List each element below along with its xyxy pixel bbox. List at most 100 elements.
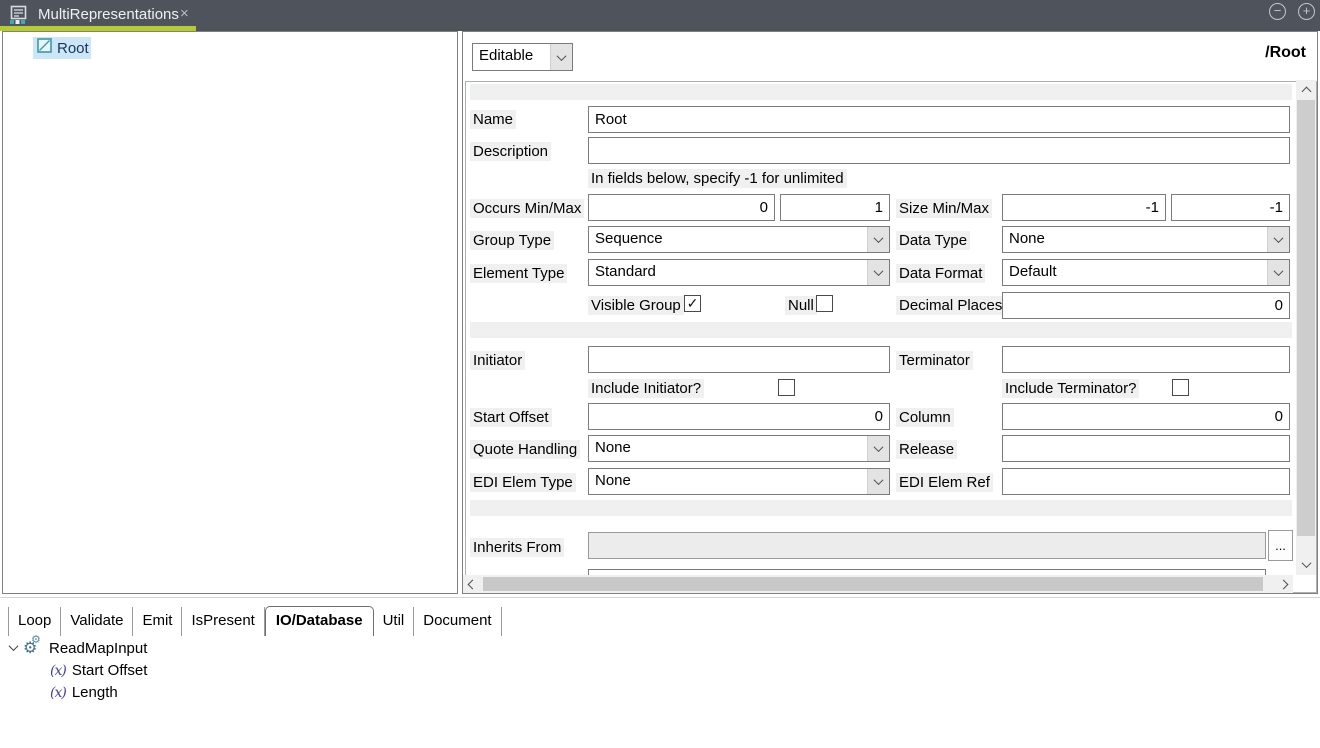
chevron-down-icon [874,233,884,243]
section-divider [470,500,1292,516]
dropdown-button[interactable] [550,44,572,70]
chevron-down-icon [874,442,884,452]
tab-document[interactable]: Document [414,607,501,636]
group-type-value: Sequence [589,227,867,252]
data-format-dropdown[interactable]: Default [1002,259,1290,286]
scroll-right-button[interactable] [1274,575,1292,593]
description-label: Description [470,142,551,161]
vertical-scrollbar-thumb[interactable] [1297,100,1315,536]
release-label: Release [896,440,957,459]
structure-tree-panel: Root [2,31,458,594]
tree-item-readmapinput[interactable]: ⚙⚙ ReadMapInput [10,638,147,659]
edi-elem-ref-label: EDI Elem Ref [896,473,993,492]
inherits-from-label: Inherits From [470,538,564,557]
close-tab-icon[interactable]: × [180,5,189,22]
release-input[interactable] [1002,435,1290,462]
application-window: MultiRepresentations × − + Root Editable… [0,0,1320,748]
tab-validate[interactable]: Validate [61,607,133,636]
edi-elem-type-dropdown[interactable]: None [588,468,890,495]
expand-all-icon[interactable]: + [1298,3,1315,20]
chevron-right-icon [1278,579,1288,589]
dropdown-button[interactable] [1267,260,1289,285]
dropdown-button[interactable] [867,260,889,285]
expander-chevron-icon[interactable] [9,641,19,651]
include-initiator-checkbox[interactable] [778,379,795,396]
section-divider [470,84,1292,100]
initiator-label: Initiator [470,351,525,370]
section-divider [470,322,1292,338]
initiator-input[interactable] [588,346,890,373]
browse-button[interactable]: ... [1268,530,1293,561]
decimal-places-input[interactable] [1002,292,1290,319]
tree-item-label: ReadMapInput [49,640,147,657]
unlimited-hint-text: In fields below, specify -1 for unlimite… [588,169,847,188]
include-terminator-checkbox[interactable] [1172,379,1189,396]
element-type-dropdown[interactable]: Standard [588,259,890,286]
occurs-min-input[interactable] [588,194,775,221]
size-min-input[interactable] [1002,194,1166,221]
dropdown-button[interactable] [867,436,889,461]
dropdown-button[interactable] [867,227,889,252]
chevron-left-icon [467,579,477,589]
data-format-value: Default [1003,260,1267,285]
tree-item-root[interactable]: Root [33,37,91,59]
tree-item-length[interactable]: (x) Length [50,682,118,703]
size-max-input[interactable] [1171,194,1290,221]
edi-elem-type-label: EDI Elem Type [470,473,576,492]
visible-group-checkbox[interactable]: ✓ [684,295,701,312]
edit-mode-value: Editable [473,44,550,70]
group-type-dropdown[interactable]: Sequence [588,226,890,253]
tab-ispresent[interactable]: IsPresent [182,607,264,636]
dropdown-button[interactable] [867,469,889,494]
collapse-all-icon[interactable]: − [1269,3,1286,20]
dropdown-button[interactable] [1267,227,1289,252]
column-label: Column [896,408,954,427]
quote-handling-dropdown[interactable]: None [588,435,890,462]
scroll-left-button[interactable] [463,575,481,593]
null-checkbox[interactable] [816,295,833,312]
data-format-label: Data Format [896,264,985,283]
occurs-minmax-label: Occurs Min/Max [470,199,584,218]
scroll-down-button[interactable] [1297,555,1315,573]
visible-group-label: Visible Group [588,296,684,315]
chevron-up-icon [1301,86,1311,96]
data-type-value: None [1003,227,1267,252]
include-terminator-label: Include Terminator? [1002,379,1139,398]
tree-item-start-offset[interactable]: (x) Start Offset [50,660,147,681]
quote-handling-value: None [589,436,867,461]
tab-io-database[interactable]: IO/Database [265,606,374,636]
chevron-down-icon [874,266,884,276]
data-type-label: Data Type [896,231,970,250]
tab-emit[interactable]: Emit [133,607,182,636]
size-minmax-label: Size Min/Max [896,199,992,218]
tree-item-label: Start Offset [72,662,148,679]
start-offset-input[interactable] [588,403,890,430]
panel-splitter[interactable] [0,597,1320,598]
terminator-input[interactable] [1002,346,1290,373]
start-offset-label: Start Offset [470,408,552,427]
group-type-label: Group Type [470,231,554,250]
chevron-down-icon [1274,233,1284,243]
document-tab-title[interactable]: MultiRepresentations [38,6,179,23]
edi-elem-ref-input[interactable] [1002,468,1290,495]
variable-icon: (x) [50,663,66,679]
data-type-dropdown[interactable]: None [1002,226,1290,253]
column-input[interactable] [1002,403,1290,430]
tree-item-label: Root [57,40,89,57]
chevron-down-icon [874,475,884,485]
edit-mode-dropdown[interactable]: Editable [472,43,573,71]
name-label: Name [470,110,516,129]
tab-util[interactable]: Util [374,607,415,636]
include-initiator-label: Include Initiator? [588,379,704,398]
chevron-down-icon [1301,558,1311,568]
scroll-up-button[interactable] [1297,82,1315,100]
name-input[interactable] [588,106,1290,133]
horizontal-scrollbar-thumb[interactable] [483,577,1263,591]
inherits-from-input [588,532,1266,559]
title-bar: MultiRepresentations × − + [0,0,1320,31]
quote-handling-label: Quote Handling [470,440,580,459]
description-input[interactable] [588,137,1290,164]
chevron-down-icon [557,51,567,61]
chevron-down-icon [1274,266,1284,276]
occurs-max-input[interactable] [780,194,890,221]
